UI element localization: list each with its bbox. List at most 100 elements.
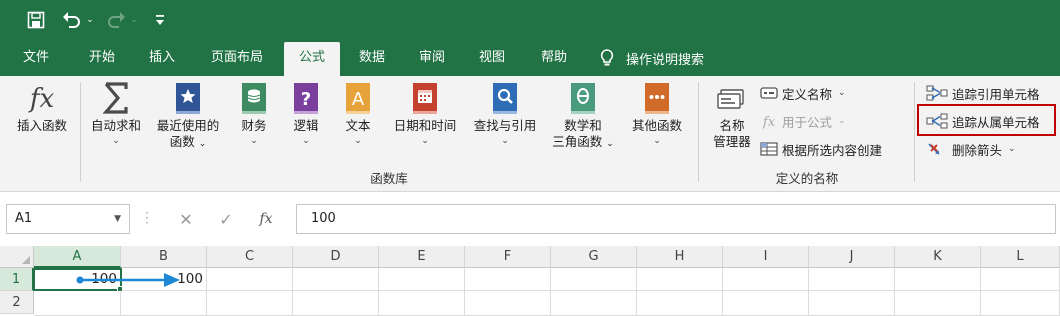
redo-dropdown-icon[interactable]: ⌄ <box>128 8 140 32</box>
autosum-label: 自动求和 <box>90 118 141 133</box>
create-from-selection-button[interactable]: 根据所选内容创建 <box>760 138 882 160</box>
formula-bar-splitter[interactable]: · · · <box>145 207 149 229</box>
cancel-icon[interactable]: ✕ <box>166 210 206 229</box>
insert-function-icon[interactable]: fx <box>246 211 286 227</box>
cell-i2[interactable] <box>723 291 809 316</box>
column-header-d[interactable]: D <box>293 246 379 268</box>
book-a-icon: A <box>346 83 370 114</box>
lookup-reference-button[interactable]: 查找与引用 ⌄ <box>468 80 542 147</box>
date-time-label: 日期和时间 <box>393 118 457 133</box>
tab-review[interactable]: 审阅 <box>404 40 460 76</box>
cell-j1[interactable] <box>809 268 895 291</box>
book-star-icon <box>176 83 200 114</box>
cell-d1[interactable] <box>293 268 379 291</box>
tab-insert[interactable]: 插入 <box>134 40 190 76</box>
book-theta-icon <box>571 83 595 114</box>
tab-home[interactable]: 开始 <box>74 40 130 76</box>
cell-g2[interactable] <box>551 291 637 316</box>
tell-me-label: 操作说明搜索 <box>626 52 705 68</box>
financial-button[interactable]: 财务 ⌄ <box>230 80 278 147</box>
cell-h2[interactable] <box>637 291 723 316</box>
chevron-down-icon: ⌄ <box>354 136 362 146</box>
column-header-h[interactable]: H <box>637 246 723 268</box>
title-bar: ⌄ ⌄ <box>0 0 1060 40</box>
save-icon[interactable] <box>24 8 48 32</box>
check-icon[interactable]: ✓ <box>206 210 246 229</box>
customize-qat-icon[interactable] <box>152 8 168 32</box>
book-magnifier-icon <box>493 83 517 114</box>
name-manager-icon <box>717 89 744 109</box>
undo-icon[interactable] <box>60 8 84 32</box>
column-header-k[interactable]: K <box>895 246 981 268</box>
tab-view[interactable]: 视图 <box>464 40 520 76</box>
date-time-button[interactable]: 日期和时间 ⌄ <box>386 80 464 147</box>
fx-icon: fx <box>28 84 55 114</box>
chevron-down-icon: ⌄ <box>112 136 120 146</box>
text-function-button[interactable]: A 文本 ⌄ <box>334 80 382 147</box>
column-header-l[interactable]: L <box>981 246 1060 268</box>
logical-button[interactable]: ? 逻辑 ⌄ <box>282 80 330 147</box>
cell-e2[interactable] <box>379 291 465 316</box>
cell-i1[interactable] <box>723 268 809 291</box>
trace-dependents-arrow <box>76 273 180 287</box>
chevron-down-icon[interactable]: ▼ <box>114 205 121 233</box>
text-function-label: 文本 <box>345 118 371 133</box>
cell-k2[interactable] <box>895 291 981 316</box>
autosum-button[interactable]: 自动求和 ⌄ <box>84 80 148 147</box>
book-calendar-icon <box>413 83 437 114</box>
cell-j2[interactable] <box>809 291 895 316</box>
tag-icon <box>760 87 778 99</box>
trace-precedents-icon <box>926 85 948 101</box>
cell-k1[interactable] <box>895 268 981 291</box>
create-from-selection-label: 根据所选内容创建 <box>782 142 883 158</box>
tab-help[interactable]: 帮助 <box>526 40 582 76</box>
redo-icon[interactable] <box>104 8 128 32</box>
cell-e1[interactable] <box>379 268 465 291</box>
recently-used-label-2: 函数 ⌄ <box>169 134 207 149</box>
column-header-e[interactable]: E <box>379 246 465 268</box>
svg-text:A: A <box>352 89 365 110</box>
cell-d2[interactable] <box>293 291 379 316</box>
recently-used-label-line2: 函数 <box>169 134 195 149</box>
cell-h1[interactable] <box>637 268 723 291</box>
book-question-icon: ? <box>294 83 318 114</box>
trace-precedents-button[interactable]: 追踪引用单元格 <box>926 82 1040 104</box>
tab-page-layout[interactable]: 页面布局 <box>196 40 278 76</box>
tab-formulas[interactable]: 公式 <box>284 42 340 76</box>
column-header-g[interactable]: G <box>551 246 637 268</box>
use-in-formula-button[interactable]: fx 用于公式 ⌄ <box>760 110 846 132</box>
cell-g1[interactable] <box>551 268 637 291</box>
insert-function-label: 插入函数 <box>16 118 67 133</box>
cell-f1[interactable] <box>465 268 551 291</box>
name-box[interactable]: A1 ▼ <box>6 204 130 234</box>
formula-bar-buttons: ✕ ✓ fx <box>166 204 290 234</box>
worksheet-grid: A B C D E F G H I J K L 1 2 100 100 <box>0 246 1060 316</box>
undo-dropdown-icon[interactable]: ⌄ <box>84 8 96 32</box>
insert-function-button[interactable]: fx 插入函数 <box>8 80 76 134</box>
define-name-button[interactable]: 定义名称 ⌄ <box>760 82 846 104</box>
cell-f2[interactable] <box>465 291 551 316</box>
column-header-i[interactable]: I <box>723 246 809 268</box>
cell-l1[interactable] <box>981 268 1060 291</box>
remove-arrows-button[interactable]: 删除箭头 ⌄ <box>926 138 1016 160</box>
formula-bar: A1 ▼ · · · ✕ ✓ fx 100 <box>0 193 1060 246</box>
chevron-down-icon: ⌄ <box>302 136 310 146</box>
tell-me-search[interactable]: 操作说明搜索 <box>600 40 704 76</box>
recently-used-button[interactable]: 最近使用的 函数 ⌄ <box>150 80 226 152</box>
ribbon-formulas: fx 插入函数 自动求和 ⌄ 最近使用的 函数 ⌄ 财务 ⌄ ? 逻辑 ⌄ A … <box>0 76 1060 192</box>
chevron-down-icon: ⌄ <box>838 88 846 98</box>
book-dots-icon <box>645 83 669 114</box>
formula-input[interactable]: 100 <box>296 204 1056 234</box>
column-header-f[interactable]: F <box>465 246 551 268</box>
more-functions-button[interactable]: 其他函数 ⌄ <box>622 80 692 147</box>
chevron-down-icon: ⌄ <box>250 136 258 146</box>
name-manager-button[interactable]: 名称 管理器 <box>704 86 760 150</box>
math-trig-button[interactable]: 数学和 三角函数 ⌄ <box>546 80 620 152</box>
chevron-down-icon: ⌄ <box>421 136 429 146</box>
cell-l2[interactable] <box>981 291 1060 316</box>
fx-small-icon: fx <box>762 115 776 129</box>
tab-data[interactable]: 数据 <box>344 40 400 76</box>
svg-text:?: ? <box>301 89 311 110</box>
column-header-j[interactable]: J <box>809 246 895 268</box>
tab-file[interactable]: 文件 <box>8 40 64 76</box>
